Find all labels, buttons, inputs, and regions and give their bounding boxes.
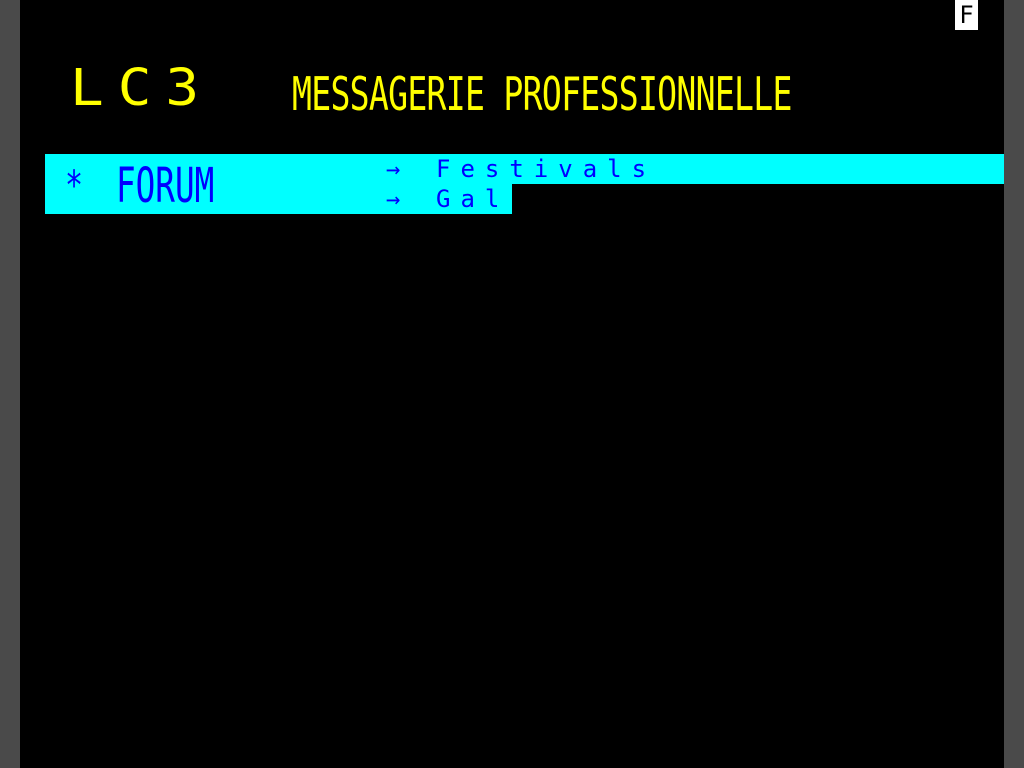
asterisk-icon: *	[65, 163, 84, 209]
menu-item-festivals[interactable]: → Festivals	[386, 154, 656, 184]
service-logo: LC3	[70, 59, 214, 118]
connection-status-indicator: F	[955, 0, 978, 30]
menu-item-gal[interactable]: → Gal	[386, 184, 509, 214]
minitel-screen: F LC3 MESSAGERIE PROFESSIONNELLE * FORUM…	[20, 0, 1004, 768]
forum-section-label: FORUM	[116, 158, 215, 214]
menu-item-label: Festivals	[436, 155, 657, 183]
arrow-right-icon: →	[386, 185, 401, 213]
menu-item-label: Gal	[436, 185, 510, 213]
arrow-right-icon: →	[386, 155, 401, 183]
page-title: MESSAGERIE PROFESSIONNELLE	[292, 67, 792, 121]
